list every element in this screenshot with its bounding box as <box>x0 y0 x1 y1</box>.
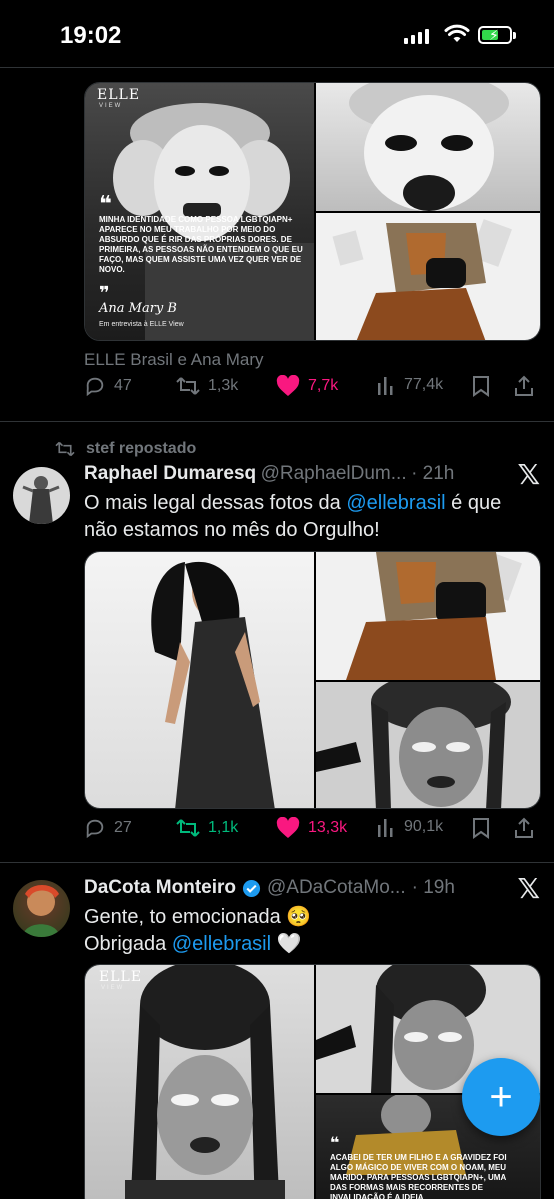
post2-avatar[interactable] <box>13 467 70 524</box>
post3-text-line2: Obrigada <box>84 933 172 955</box>
white-heart-emoji: 🤍 <box>276 933 302 955</box>
post2-author-handle[interactable]: @RaphaelDum... <box>261 463 407 484</box>
post2-photo-dance[interactable] <box>316 552 540 680</box>
post1-like-button[interactable]: 7,7k <box>276 375 338 397</box>
post3-text-line1: Gente, to emocionada 🥺 <box>84 906 312 928</box>
post2-dance-figure <box>346 552 522 680</box>
post2-like-count: 13,3k <box>308 819 348 836</box>
post2-braids-figure <box>316 682 511 808</box>
post1-quote-mark-open: ❝ <box>99 191 112 216</box>
post1-reply-count: 47 <box>114 377 132 394</box>
post1-dance-figure <box>332 219 512 340</box>
post3-timestamp[interactable]: · 19h <box>412 877 455 899</box>
share-icon <box>515 817 533 838</box>
post1-share-button[interactable] <box>514 375 534 397</box>
views-icon <box>378 377 393 395</box>
post2-header: Raphael Dumaresq @RaphaelDum... · 21h <box>84 463 504 485</box>
post1-tagged-people[interactable]: ELLE Brasil e Ana Mary <box>84 350 264 370</box>
post1-views-button[interactable]: 77,4k <box>376 375 443 395</box>
post1-bookmark-button[interactable] <box>472 375 490 397</box>
post2-reply-count: 27 <box>114 819 132 836</box>
post3-author-handle[interactable]: @ADaCotaMo... <box>267 877 406 899</box>
divider <box>0 862 554 863</box>
post2-repost-button[interactable]: 1,1k <box>176 817 238 839</box>
verified-badge-icon <box>242 879 261 897</box>
post3-avatar[interactable] <box>13 880 70 937</box>
compose-post-button[interactable]: + <box>462 1058 540 1136</box>
post1-photo-quote[interactable]: ELLE VIEW ❝ Minha identidade como pessoa… <box>85 83 314 340</box>
post2-photo-braids[interactable] <box>316 682 540 808</box>
bookmark-icon <box>473 818 489 839</box>
post3-avatar-figure <box>23 885 59 937</box>
post2-photo-dress[interactable] <box>85 552 314 808</box>
post1-photo-face[interactable] <box>316 83 540 211</box>
post3-elle-sub: VIEW <box>101 985 125 991</box>
post2-reply-button[interactable]: 27 <box>84 817 132 839</box>
post1-reply-button[interactable]: 47 <box>84 375 132 397</box>
post3-mention-link[interactable]: @ellebrasil <box>172 933 271 955</box>
battery-icon: ⚡ <box>478 26 516 44</box>
post2-text: O mais legal dessas fotos da @ellebrasil… <box>84 490 524 544</box>
post2-timestamp[interactable]: · 21h <box>411 463 454 484</box>
post1-like-count: 7,7k <box>308 377 339 394</box>
post1-photo-dance[interactable] <box>316 213 540 340</box>
post2-view-count: 90,1k <box>404 818 444 835</box>
x-logo-icon: 𝕏 <box>517 459 540 490</box>
heart-filled-icon <box>276 375 300 396</box>
post1-elle-logo: ELLE <box>97 87 141 103</box>
post2-repost-label[interactable]: stef repostado <box>54 440 196 458</box>
x-logo-icon: 𝕏 <box>517 873 540 904</box>
post1-media-grid[interactable]: ELLE VIEW ❝ Minha identidade como pessoa… <box>84 82 541 341</box>
post2-avatar-figure <box>22 476 60 524</box>
post1-actions: 47 1,3k 7,7k 77,4k <box>84 375 544 405</box>
repost-icon <box>176 377 200 395</box>
post3-quote-text: Acabei de ter um filho e a gravidez foi … <box>330 1153 507 1199</box>
post2-share-button[interactable] <box>514 817 534 839</box>
post3-author-name[interactable]: DaCota Monteiro <box>84 877 236 899</box>
repost-icon <box>55 441 75 457</box>
post2-author-name[interactable]: Raphael Dumaresq <box>84 463 256 484</box>
post2-media-grid[interactable] <box>84 551 541 809</box>
wifi-icon <box>444 24 470 42</box>
post2-actions: 27 1,1k 13,3k 90,1k <box>84 817 544 847</box>
post2-views-button[interactable]: 90,1k <box>376 817 443 837</box>
status-bar: 19:02 ⚡ <box>0 0 554 68</box>
reply-icon <box>86 377 104 397</box>
post2-text-part1: O mais legal dessas fotos da <box>84 492 347 514</box>
status-time: 19:02 <box>60 22 122 49</box>
post2-bookmark-button[interactable] <box>472 817 490 839</box>
post1-face-figure <box>349 83 509 211</box>
post3-text: Gente, to emocionada 🥺 Obrigada @ellebra… <box>84 904 524 958</box>
repost-active-icon <box>176 819 200 837</box>
post1-repost-button[interactable]: 1,3k <box>176 375 238 397</box>
post3-portrait-figure <box>125 965 285 1199</box>
heart-filled-icon <box>276 817 300 838</box>
plus-icon: + <box>489 1075 513 1119</box>
post2-dress-figure <box>151 561 275 808</box>
post3-header: DaCota Monteiro @ADaCotaMo... · 19h <box>84 877 504 899</box>
post3-quote-mark: ❝ <box>330 1135 340 1152</box>
post1-credit: Em entrevista à ELLE View <box>99 321 184 328</box>
post2-repost-text: stef repostado <box>86 440 197 457</box>
post1-quote-text: Minha identidade como pessoa LGBTQIAPN+ … <box>99 215 303 274</box>
post1-view-count: 77,4k <box>404 376 444 393</box>
post2-like-button[interactable]: 13,3k <box>276 817 347 839</box>
post1-elle-sub: VIEW <box>99 103 123 109</box>
post1-repost-count: 1,3k <box>208 377 239 394</box>
divider <box>0 421 554 422</box>
post3-elle-logo: ELLE <box>99 969 143 985</box>
bookmark-icon <box>473 376 489 397</box>
reply-icon <box>86 819 104 839</box>
share-icon <box>515 375 533 396</box>
views-icon <box>378 819 393 837</box>
post2-repost-count: 1,1k <box>208 819 239 836</box>
post1-signature: Ana Mary B <box>99 301 177 316</box>
post2-mention-link[interactable]: @ellebrasil <box>346 492 445 514</box>
post3-photo-portrait[interactable]: ELLE VIEW <box>85 965 314 1199</box>
cellular-signal-icon <box>404 28 429 44</box>
